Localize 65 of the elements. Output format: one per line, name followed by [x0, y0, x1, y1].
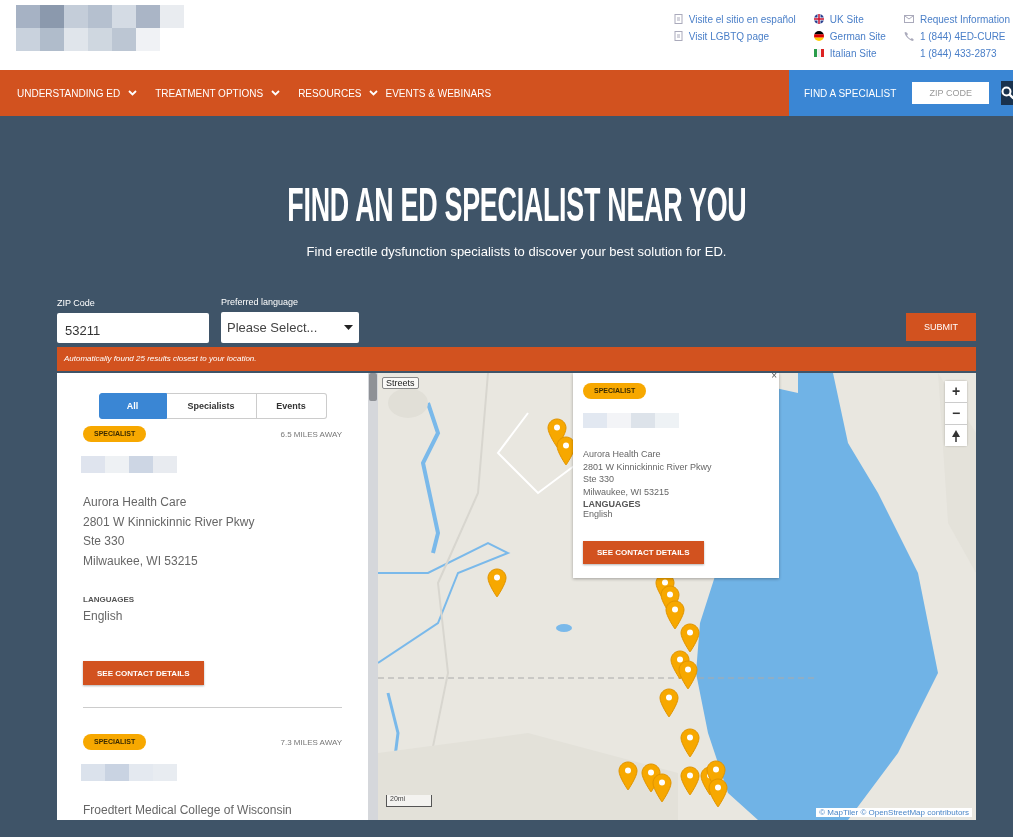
address-text: Aurora Health Care 2801 W Kinnickinnic River Pkwy Ste 330 Milwaukee, WI 53215 [583, 448, 713, 498]
north-arrow-icon [952, 429, 960, 442]
map-pin-icon [487, 568, 507, 598]
map-pin-icon [680, 728, 700, 758]
map-attribution[interactable]: © MapTiler © OpenStreetMap contributors [816, 808, 972, 817]
distance-label: 7.3 MILES AWAY [280, 737, 342, 747]
nav-menu-item[interactable]: RESOURCES [298, 87, 379, 99]
distance-label: 6.5 MILES AWAY [280, 429, 342, 439]
zip-code-label: ZIP Code [57, 298, 96, 308]
map-pin-icon [680, 766, 700, 796]
reset-north-button[interactable] [945, 425, 967, 446]
search-button[interactable] [1001, 81, 1013, 105]
filter-tab[interactable]: Specialists [166, 393, 257, 419]
zip-code-input[interactable]: 53211 [57, 313, 209, 343]
map-pin-icon [652, 773, 672, 803]
italy-flag-icon [813, 48, 824, 58]
dropdown-arrow-icon [344, 325, 353, 330]
languages-value: English [83, 609, 124, 623]
map-pin-icon [678, 660, 698, 690]
address-text: Aurora Health Care 2801 W Kinnickinnic River Pkwy Ste 330 Milwaukee, WI 53215 [83, 494, 256, 570]
map-pin-icon [665, 600, 685, 630]
site-link[interactable]: Italian Site [829, 47, 877, 59]
scrollbar[interactable] [368, 373, 378, 820]
contact-link[interactable]: 1 (844) 4ED-CURE [919, 30, 1006, 42]
document-icon [673, 31, 683, 41]
zoom-in-button[interactable]: + [945, 381, 967, 402]
see-contact-details-button[interactable]: SEE CONTACT DETAILS [583, 541, 704, 564]
uk-flag-icon [813, 14, 824, 24]
language-dropdown[interactable]: Please Select... [221, 312, 359, 343]
header-link[interactable]: Visit LGBTQ page [688, 30, 770, 42]
map-pin-icon [659, 688, 679, 718]
close-button[interactable]: × [771, 373, 777, 381]
page-subtitle: Find erectile dysfunction specialists to discover your best solution for ED. [306, 244, 727, 259]
map-pin-icon [708, 778, 728, 808]
contact-link[interactable]: 1 (844) 433-2873 [919, 47, 997, 59]
find-specialist-label: FIND A SPECIALIST [804, 87, 897, 99]
phone-icon [903, 31, 914, 41]
header-link[interactable]: Visite el sitio en español [688, 13, 796, 25]
filter-tab[interactable]: All [98, 393, 167, 419]
map-pin-icon [680, 623, 700, 653]
search-icon [1001, 86, 1013, 100]
site-link[interactable]: German Site [829, 30, 886, 42]
scrollbar-thumb[interactable] [369, 373, 377, 401]
contact-link[interactable]: Request Information [919, 13, 1010, 25]
germany-flag-icon [813, 31, 824, 41]
nav-menu-item[interactable]: EVENTS & WEBINARS [385, 87, 492, 99]
submit-button[interactable]: SUBMIT [906, 313, 976, 341]
language-label: Preferred language [221, 297, 300, 307]
languages-label: LANGUAGES [583, 499, 642, 509]
zip-code-field[interactable]: ZIP CODE [912, 82, 990, 104]
zoom-out-button[interactable]: − [945, 403, 967, 424]
filter-tab[interactable]: Events [256, 393, 327, 419]
nav-menu-item[interactable]: TREATMENT OPTIONS [155, 87, 281, 99]
document-icon [673, 14, 683, 24]
map-pin-icon [618, 761, 638, 791]
address-text: Froedtert Medical College of Wisconsin [83, 802, 293, 819]
nav-menu-item[interactable]: UNDERSTANDING ED [17, 87, 138, 99]
page-title: FIND AN ED SPECIALIST NEAR YOU [286, 178, 747, 232]
site-link[interactable]: UK Site [829, 13, 864, 25]
map-layer-label[interactable]: Streets [382, 377, 419, 389]
languages-label: LANGUAGES [83, 595, 136, 604]
languages-value: English [583, 509, 614, 519]
mail-icon [903, 14, 914, 24]
results-notice: Automatically found 25 results closest to your location. [64, 354, 257, 363]
see-contact-details-button[interactable]: SEE CONTACT DETAILS [83, 661, 204, 685]
